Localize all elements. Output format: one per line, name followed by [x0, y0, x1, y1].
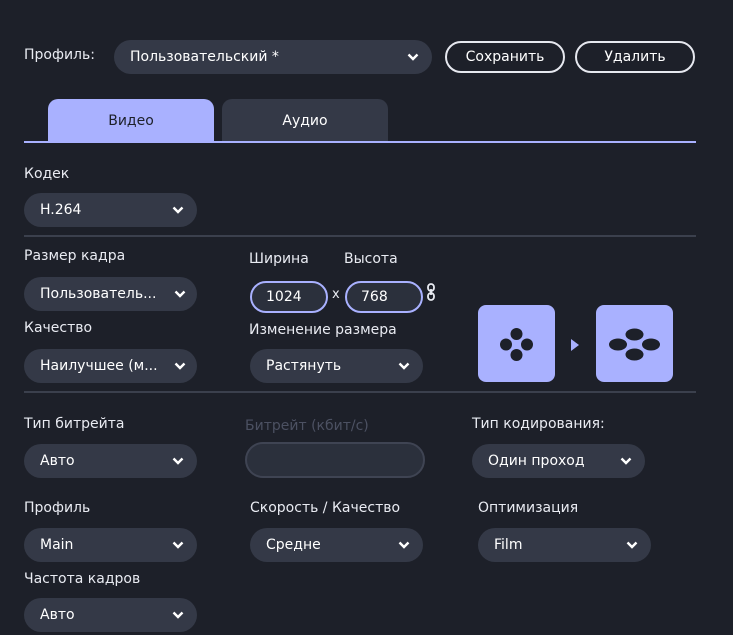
- resize-value: Растянуть: [266, 358, 342, 374]
- codec-label: Кодек: [24, 166, 70, 182]
- encoding-type-label: Тип кодирования:: [472, 416, 605, 432]
- encoding-type-value: Один проход: [488, 453, 585, 469]
- profile-dropdown-value: Пользовательский *: [130, 49, 279, 65]
- height-value: 768: [361, 289, 388, 305]
- width-label: Ширина: [249, 251, 309, 267]
- link-icon[interactable]: [426, 283, 436, 301]
- optimization-dropdown[interactable]: Film: [478, 528, 651, 562]
- chevron-down-icon: [171, 598, 185, 632]
- quality-dropdown[interactable]: Наилучшее (м...: [24, 349, 197, 383]
- chevron-down-icon: [397, 349, 411, 383]
- play-arrow-icon: [570, 337, 580, 351]
- frame-rate-dropdown[interactable]: Авто: [24, 598, 197, 632]
- codec-value: H.264: [40, 202, 82, 218]
- times-symbol: x: [332, 287, 340, 302]
- optimization-label: Оптимизация: [478, 500, 579, 516]
- tab-video-label: Видео: [108, 113, 154, 129]
- chevron-down-icon: [625, 528, 639, 562]
- encoder-profile-label: Профиль: [24, 500, 91, 516]
- delete-button[interactable]: Удалить: [575, 41, 695, 73]
- chevron-down-icon: [173, 277, 187, 311]
- encoder-profile-dropdown[interactable]: Main: [24, 528, 197, 562]
- bitrate-type-dropdown[interactable]: Авто: [24, 444, 197, 478]
- tab-video[interactable]: Видео: [48, 99, 214, 141]
- encoder-profile-value: Main: [40, 537, 74, 553]
- frame-size-value: Пользователь...: [40, 286, 157, 302]
- height-label: Высота: [344, 251, 398, 267]
- width-value: 1024: [266, 289, 302, 305]
- resize-label: Изменение размера: [249, 322, 397, 338]
- chevron-down-icon: [171, 444, 185, 478]
- resize-dropdown[interactable]: Растянуть: [250, 349, 423, 383]
- height-input[interactable]: 768: [345, 281, 423, 313]
- resize-after-icon: [596, 305, 673, 382]
- tab-audio-label: Аудио: [282, 113, 328, 129]
- bitrate-label: Битрейт (кбит/с): [245, 418, 369, 434]
- speed-quality-label: Скорость / Качество: [250, 500, 401, 516]
- quality-value: Наилучшее (м...: [40, 358, 158, 374]
- divider: [24, 235, 696, 237]
- optimization-value: Film: [494, 537, 523, 553]
- speed-quality-dropdown[interactable]: Средне: [250, 528, 423, 562]
- frame-rate-label: Частота кадров: [24, 571, 141, 587]
- chevron-down-icon: [173, 349, 187, 383]
- frame-rate-value: Авто: [40, 607, 75, 623]
- chevron-down-icon: [397, 528, 411, 562]
- tab-audio[interactable]: Аудио: [222, 99, 388, 141]
- bitrate-type-label: Тип битрейта: [24, 416, 125, 432]
- bitrate-type-value: Авто: [40, 453, 75, 469]
- width-input[interactable]: 1024: [250, 281, 328, 313]
- divider: [24, 391, 696, 393]
- save-button[interactable]: Сохранить: [445, 41, 565, 73]
- profile-label: Профиль:: [24, 47, 95, 63]
- bitrate-input: [245, 442, 425, 478]
- speed-quality-value: Средне: [266, 537, 321, 553]
- chevron-down-icon: [171, 528, 185, 562]
- quality-label: Качество: [24, 320, 93, 336]
- encoding-type-dropdown[interactable]: Один проход: [472, 444, 645, 478]
- codec-dropdown[interactable]: H.264: [24, 193, 197, 227]
- profile-dropdown[interactable]: Пользовательский *: [114, 40, 432, 74]
- frame-size-dropdown[interactable]: Пользователь...: [24, 277, 197, 311]
- frame-size-label: Размер кадра: [24, 248, 126, 264]
- chevron-down-icon: [619, 444, 633, 478]
- chevron-down-icon: [406, 40, 420, 74]
- chevron-down-icon: [171, 193, 185, 227]
- tab-underline: [24, 141, 696, 143]
- resize-before-icon: [478, 305, 555, 382]
